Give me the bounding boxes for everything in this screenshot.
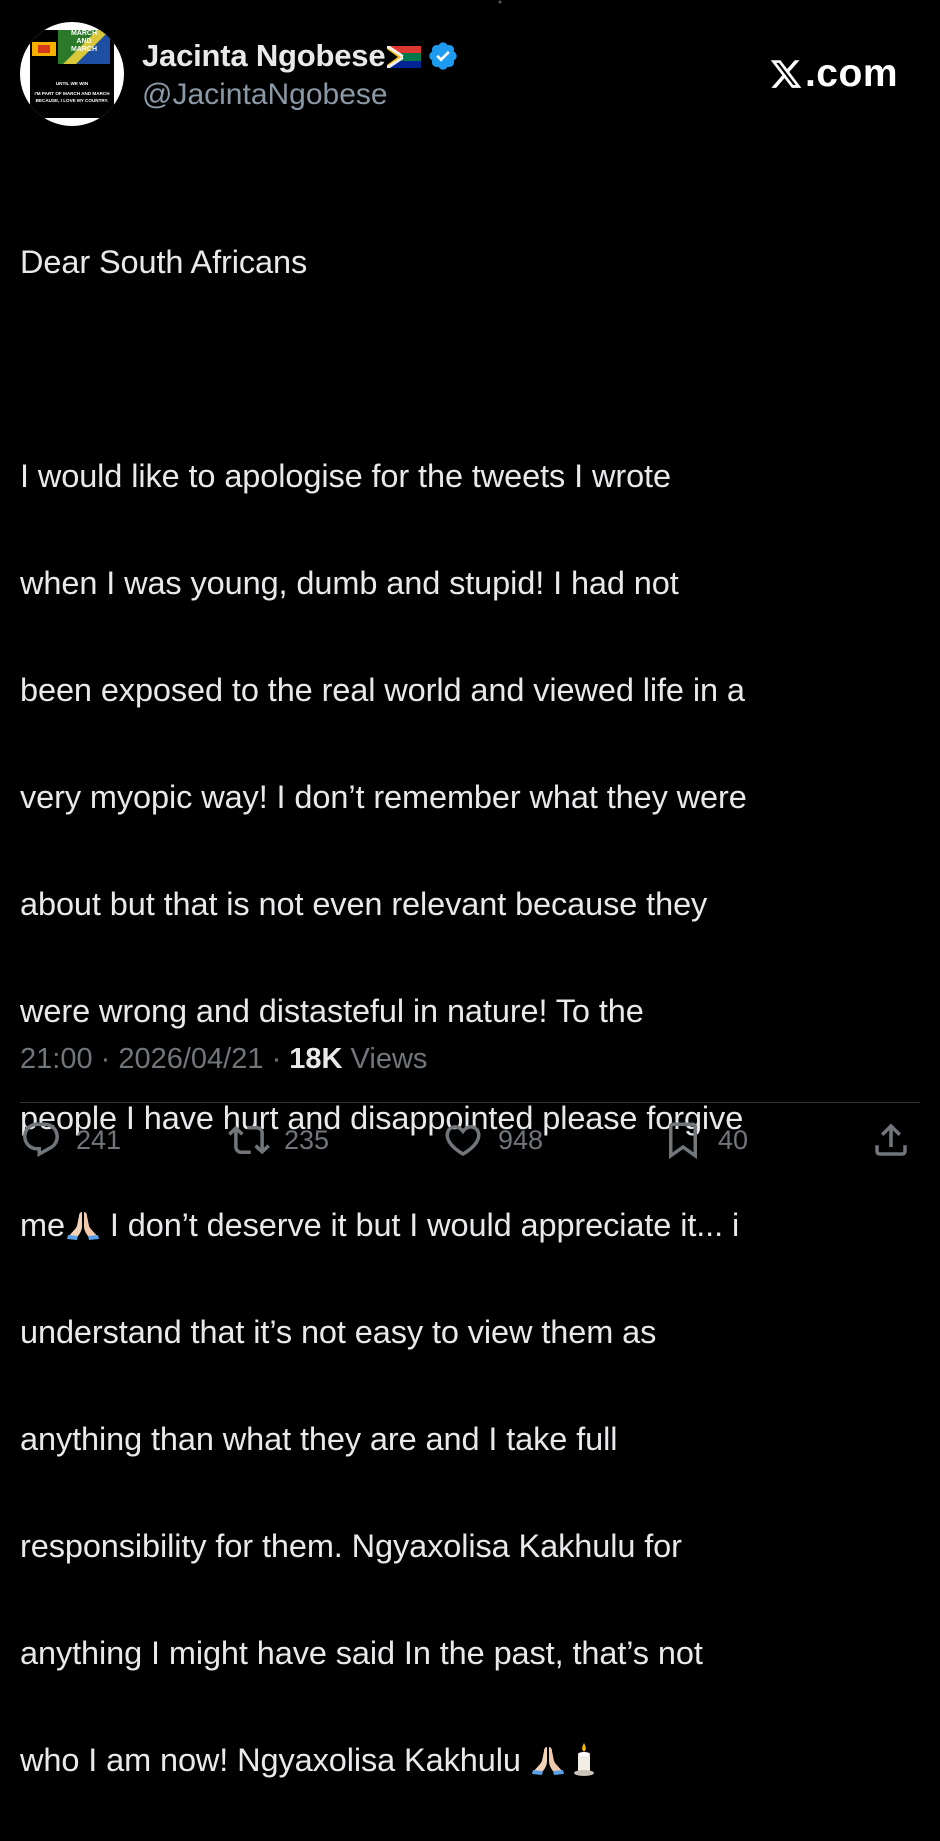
views-label: Views bbox=[342, 1043, 428, 1075]
tweet-line: been exposed to the real world and viewe… bbox=[20, 671, 745, 708]
tweet-line: were wrong and distasteful in nature! To… bbox=[20, 992, 644, 1029]
tweet-line: responsibility for them. Ngyaxolisa Kakh… bbox=[20, 1527, 682, 1564]
south-africa-flag-icon bbox=[387, 46, 422, 68]
repost-count: 235 bbox=[284, 1124, 330, 1155]
avatar-title: MARCH AND MARCH bbox=[58, 30, 110, 64]
avatar-badge bbox=[32, 42, 56, 56]
tweet-line: anything than what they are and I take f… bbox=[20, 1420, 618, 1457]
tweet-actions: 241 235 948 40 bbox=[20, 1115, 920, 1165]
tweet-time[interactable]: 21:00 bbox=[20, 1043, 93, 1075]
folded-hands-emoji-icon bbox=[531, 1746, 564, 1775]
avatar[interactable]: MARCH AND MARCH UNTIL WE WIN I'M PART OF… bbox=[20, 22, 124, 126]
views-count[interactable]: 18K bbox=[289, 1043, 342, 1075]
heart-icon bbox=[445, 1125, 481, 1157]
reply-button[interactable]: 241 bbox=[20, 1115, 121, 1165]
tweet-text: Dear South Africans I would like to apol… bbox=[20, 182, 920, 1841]
tweet-meta: 21:00 · 2026/04/21 · 18K Views bbox=[20, 1043, 428, 1075]
tweet-line: me I don’t deserve it but I would apprec… bbox=[20, 1199, 920, 1253]
reply-icon bbox=[23, 1122, 59, 1157]
user-handle[interactable]: @JacintaNgobese bbox=[142, 78, 388, 112]
tweet-last-line: who I am now! Ngyaxolisa Kakhulu bbox=[20, 1741, 530, 1778]
tweet-line: when I was young, dumb and stupid! I had… bbox=[20, 564, 679, 601]
x-brand: .com bbox=[769, 52, 898, 96]
x-brand-suffix: .com bbox=[804, 52, 898, 95]
display-name[interactable]: Jacinta Ngobese bbox=[142, 38, 386, 74]
divider bbox=[20, 1102, 920, 1103]
top-edge-decoration bbox=[498, 0, 502, 4]
bookmark-button[interactable]: 40 bbox=[662, 1115, 748, 1165]
candle-emoji-icon bbox=[573, 1742, 594, 1776]
tweet-line: who I am now! Ngyaxolisa Kakhulu bbox=[20, 1734, 920, 1788]
share-button[interactable] bbox=[870, 1115, 912, 1165]
avatar-image: MARCH AND MARCH UNTIL WE WIN I'M PART OF… bbox=[30, 30, 114, 118]
avatar-caption: UNTIL WE WIN I'M PART OF MARCH AND MARCH… bbox=[34, 81, 110, 103]
tweet-greeting: Dear South Africans bbox=[20, 243, 308, 280]
x-logo-icon bbox=[770, 60, 802, 88]
share-icon bbox=[875, 1123, 907, 1156]
folded-hands-emoji-icon bbox=[66, 1211, 99, 1240]
bookmark-count: 40 bbox=[718, 1124, 749, 1155]
tweet-line-start: me bbox=[20, 1206, 65, 1243]
like-count: 948 bbox=[498, 1124, 544, 1155]
tweet-line: about but that is not even relevant beca… bbox=[20, 885, 708, 922]
tweet-line: very myopic way! I don’t remember what t… bbox=[20, 778, 747, 815]
tweet-line: understand that it’s not easy to view th… bbox=[20, 1313, 657, 1350]
repost-icon bbox=[228, 1125, 270, 1155]
bookmark-icon bbox=[669, 1122, 697, 1160]
display-name-row[interactable]: Jacinta Ngobese bbox=[142, 36, 459, 76]
tweet-line: I would like to apologise for the tweets… bbox=[20, 457, 671, 494]
verified-badge-icon bbox=[429, 42, 458, 70]
repost-button[interactable]: 235 bbox=[228, 1115, 329, 1165]
reply-count: 241 bbox=[76, 1124, 122, 1155]
like-button[interactable]: 948 bbox=[442, 1115, 543, 1165]
tweet-date[interactable]: 2026/04/21 bbox=[118, 1043, 263, 1075]
tweet-line-end: I don’t deserve it but I would appreciat… bbox=[100, 1206, 740, 1243]
tweet-line: anything I might have said In the past, … bbox=[20, 1634, 703, 1671]
tweet-header: MARCH AND MARCH UNTIL WE WIN I'M PART OF… bbox=[20, 22, 920, 132]
